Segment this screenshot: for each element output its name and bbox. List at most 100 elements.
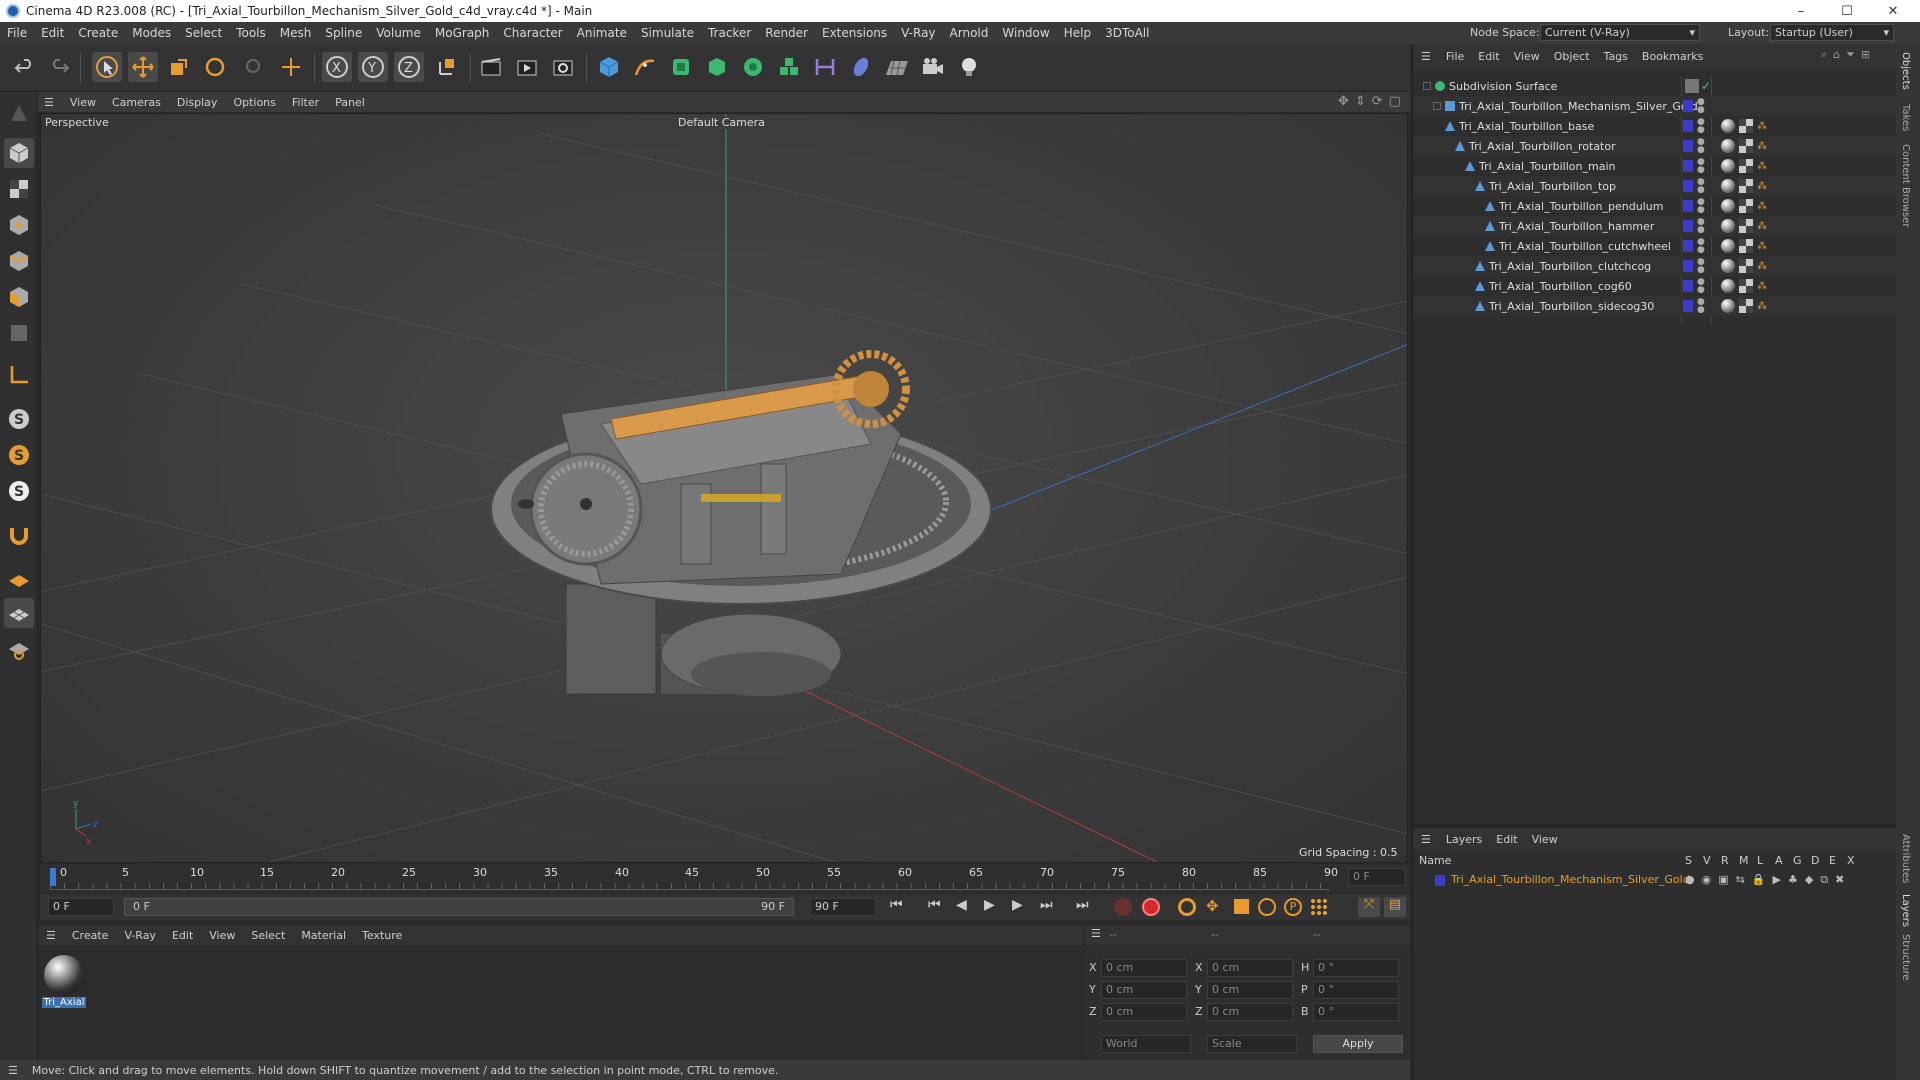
size-z-field[interactable]: 0 cm (1207, 1003, 1293, 1021)
visibility-dots-icon[interactable]: ● ● (1697, 278, 1705, 295)
texture-tag-icon[interactable] (1739, 299, 1753, 313)
move-tool-button[interactable] (128, 52, 158, 82)
menu-mesh[interactable]: Mesh (273, 26, 319, 40)
timeline-window-icon[interactable]: ▤ (1384, 897, 1406, 917)
om-menu-edit[interactable]: Edit (1471, 50, 1506, 63)
next-frame-button[interactable]: ▶ (1012, 897, 1023, 913)
start-frame-field[interactable]: 0 F (48, 898, 114, 916)
vray-tag-icon[interactable]: ⁂ (1757, 241, 1767, 252)
play-button[interactable]: ▶ (984, 897, 995, 913)
close-button[interactable]: ✕ (1870, 0, 1916, 22)
position-z-field[interactable]: 0 cm (1101, 1003, 1187, 1021)
viewport-menu-options[interactable]: Options (225, 96, 283, 109)
key-position-icon[interactable]: ✥ (1206, 897, 1219, 915)
object-row[interactable]: Tri_Axial_Tourbillon_sidecog30 ● ● ⁂ (1413, 296, 1897, 316)
layer-color-swatch[interactable] (1683, 280, 1693, 292)
render-view-button[interactable] (476, 52, 506, 82)
menu-3dtoall[interactable]: 3DToAll (1098, 26, 1156, 40)
layer-flag-icons[interactable]: ●◉▣⇆🔒▶♣◆⧉✖ (1685, 873, 1851, 887)
hamburger-icon[interactable]: ☰ (1413, 833, 1439, 846)
vray-tag-icon[interactable]: ⁂ (1757, 181, 1767, 192)
material-tag-icon[interactable] (1721, 179, 1735, 193)
deformer-button[interactable] (810, 52, 840, 82)
axis-mode-button[interactable] (4, 360, 34, 390)
material-tag-icon[interactable] (1721, 139, 1735, 153)
material-tag-icon[interactable] (1721, 299, 1735, 313)
3d-viewport[interactable]: y z x Perspective Default Camera Grid Sp… (40, 113, 1408, 863)
layer-color-swatch[interactable] (1683, 160, 1693, 172)
tab-attributes[interactable]: Attributes (1900, 834, 1911, 883)
camera-label[interactable]: Default Camera (676, 116, 767, 129)
material-tag-icon[interactable] (1721, 219, 1735, 233)
playhead[interactable] (50, 868, 56, 886)
vray-tag-icon[interactable]: ⁂ (1757, 121, 1767, 132)
vray-tag-icon[interactable]: ⁂ (1757, 221, 1767, 232)
menu-tools[interactable]: Tools (229, 26, 273, 40)
key-scale-icon[interactable] (1234, 899, 1249, 914)
om-menu-object[interactable]: Object (1547, 50, 1597, 63)
menu-render[interactable]: Render (758, 26, 815, 40)
object-row[interactable]: Tri_Axial_Tourbillon_hammer ● ● ⁂ (1413, 216, 1897, 236)
texture-tag-icon[interactable] (1739, 199, 1753, 213)
menu-window[interactable]: Window (995, 26, 1056, 40)
texture-tag-icon[interactable] (1739, 239, 1753, 253)
hamburger-icon[interactable]: ☰ (1413, 50, 1439, 63)
coordinate-system-button[interactable] (432, 52, 462, 82)
texture-tag-icon[interactable] (1739, 259, 1753, 273)
viewport-menu-view[interactable]: View (62, 96, 104, 109)
pen-spline-button[interactable] (630, 52, 660, 82)
object-row[interactable]: Tri_Axial_Tourbillon_top ● ● ⁂ (1413, 176, 1897, 196)
object-row[interactable]: Tri_Axial_Tourbillon_rotator ● ● ⁂ (1413, 136, 1897, 156)
subdivision-surface-button[interactable] (666, 52, 696, 82)
material-menu-select[interactable]: Select (243, 929, 293, 942)
texture-tag-icon[interactable] (1739, 279, 1753, 293)
om-menu-tags[interactable]: Tags (1597, 50, 1635, 63)
vray-tag-icon[interactable]: ⁂ (1757, 141, 1767, 152)
material-tag-icon[interactable] (1721, 259, 1735, 273)
menu-character[interactable]: Character (496, 26, 569, 40)
vray-tag-icon[interactable]: ⁂ (1757, 281, 1767, 292)
object-row[interactable]: Tri_Axial_Tourbillon_cog60 ● ● ⁂ (1413, 276, 1897, 296)
texture-tag-icon[interactable] (1739, 179, 1753, 193)
current-frame-field[interactable]: 0 F (1348, 868, 1406, 886)
layer-color-swatch[interactable] (1683, 260, 1693, 272)
viewport-menu-cameras[interactable]: Cameras (104, 96, 169, 109)
previous-keyframe-button[interactable]: ⏮ (928, 897, 941, 913)
material-menu-create[interactable]: Create (64, 929, 117, 942)
rotation-b-field[interactable]: 0 ° (1313, 1003, 1399, 1021)
hamburger-icon[interactable]: ☰ (0, 1064, 32, 1077)
texture-tag-icon[interactable] (1739, 119, 1753, 133)
material-swatch[interactable]: Tri_Axial (42, 955, 86, 1011)
scale-tool-button[interactable] (164, 52, 194, 82)
visibility-dots-icon[interactable]: ● ● (1697, 298, 1705, 315)
om-menu-view[interactable]: View (1507, 50, 1547, 63)
position-y-field[interactable]: 0 cm (1101, 981, 1187, 999)
position-x-field[interactable]: 0 cm (1101, 959, 1187, 977)
make-editable-button[interactable] (4, 98, 34, 128)
snap-button[interactable]: S (4, 404, 34, 434)
size-mode-select[interactable]: Scale (1207, 1035, 1297, 1053)
object-row[interactable]: Subdivision Surface ✓ (1413, 76, 1897, 96)
layer-color-swatch[interactable] (1683, 180, 1693, 192)
mograph-button[interactable] (774, 52, 804, 82)
visibility-dots-icon[interactable]: ● ● (1697, 98, 1705, 115)
layers-menu-edit[interactable]: Edit (1489, 833, 1524, 846)
vray-tag-icon[interactable]: ⁂ (1757, 301, 1767, 312)
visibility-dots-icon[interactable]: ● ● (1697, 218, 1705, 235)
menu-simulate[interactable]: Simulate (634, 26, 701, 40)
floor-button[interactable] (882, 52, 912, 82)
menu-tracker[interactable]: Tracker (701, 26, 758, 40)
viewport-nav-icons[interactable]: ✥⇕⟳▢ (1338, 94, 1407, 109)
layers-menu-layers[interactable]: Layers (1439, 833, 1489, 846)
record-icon[interactable] (1142, 898, 1160, 916)
layer-row[interactable]: Tri_Axial_Tourbillon_Mechanism_Silver_Go… (1413, 872, 1897, 890)
om-search-icons[interactable]: ⌕⌂⏷⊞ (1821, 48, 1876, 62)
tab-structure[interactable]: Structure (1900, 934, 1911, 981)
material-menu-vray[interactable]: V-Ray (116, 929, 164, 942)
key-rotation-icon[interactable] (1258, 898, 1276, 916)
visibility-dots-icon[interactable]: ● ● (1697, 178, 1705, 195)
visibility-dots-icon[interactable]: ● ● (1697, 198, 1705, 215)
points-mode-button[interactable] (4, 210, 34, 240)
key-pla-icon[interactable] (1310, 898, 1328, 916)
maximize-button[interactable]: ☐ (1824, 0, 1870, 22)
